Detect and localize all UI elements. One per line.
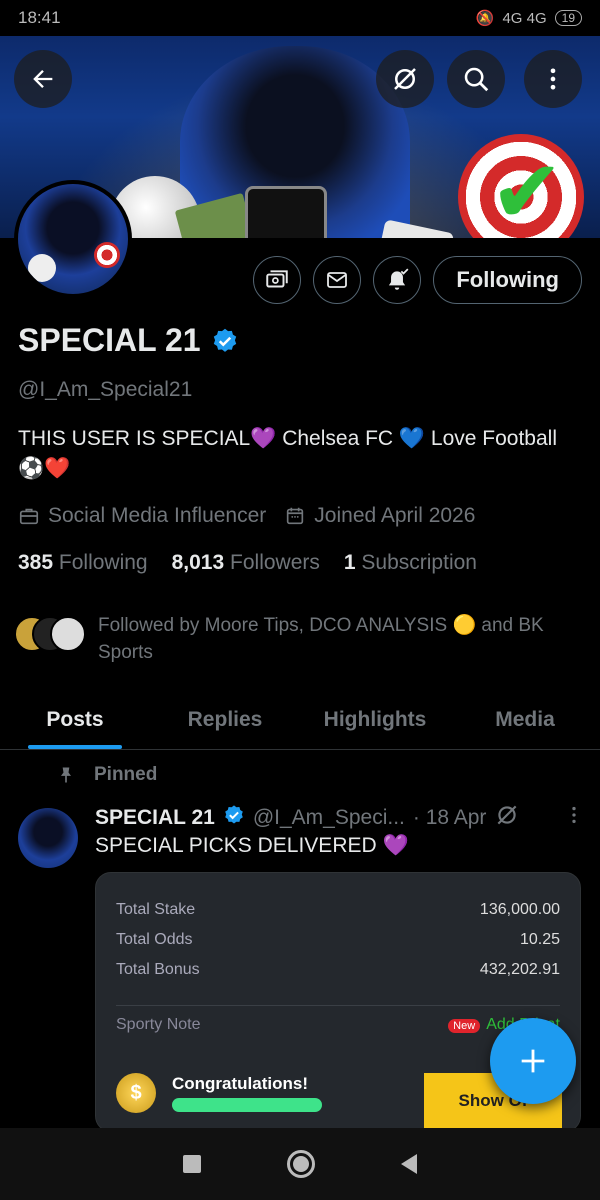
post-date[interactable]: · 18 Apr [413, 806, 487, 830]
followers-stat-label: Followers [230, 551, 320, 574]
banner-phone [245, 186, 327, 238]
money-icon [266, 270, 289, 288]
more-vertical-icon [572, 806, 576, 824]
bio: THIS USER IS SPECIAL💜 Chelsea FC 💙 Love … [18, 427, 557, 480]
search-button[interactable] [447, 50, 505, 108]
ticket-row-label: Total Odds [116, 931, 193, 948]
followed-by[interactable]: Followed by Moore Tips, DCO ANALYSIS 🟡 a… [14, 612, 578, 666]
ticket-row-label: Total Bonus [116, 961, 200, 978]
status-time: 18:41 [18, 8, 61, 27]
congrats-text: Congratulations! [172, 1074, 308, 1093]
grok-icon[interactable] [494, 802, 520, 834]
avatar [50, 616, 86, 652]
system-nav-bar [0, 1128, 600, 1200]
ticket-row-value: 432,202.91 [479, 961, 560, 978]
profile-meta: Social Media Influencer Joined April 202… [18, 504, 475, 528]
bell-check-icon [389, 268, 409, 290]
subscription-stat[interactable]: 1 Subscription [344, 551, 477, 575]
new-badge: New [448, 1019, 481, 1033]
network-indicator: 4G 4G [502, 9, 547, 27]
coin-icon: $ [116, 1073, 156, 1113]
ticket-row: Total Stake 136,000.00 [96, 895, 580, 925]
post-more-button[interactable] [563, 804, 585, 832]
profile-actions: Following [253, 256, 582, 304]
search-icon [464, 67, 489, 92]
recents-button[interactable] [183, 1155, 201, 1173]
ticket-congrats: $ Congratulations! [116, 1073, 322, 1113]
verified-badge-icon[interactable] [211, 327, 239, 355]
profile-stats: 385 Following 8,013 Followers 1 Subscrip… [18, 551, 477, 575]
profile-tabs: Posts Replies Highlights Media [0, 690, 600, 750]
banner-checkmark: ✔ [490, 142, 564, 238]
grok-icon [394, 68, 416, 90]
subscription-count: 1 [343, 551, 356, 574]
status-bar: 18:41 🔕 4G 4G 19 [0, 0, 600, 36]
followers-stat[interactable]: 8,013 Followers [172, 551, 320, 575]
tab-replies[interactable]: Replies [150, 690, 300, 749]
system-back-button[interactable] [401, 1154, 417, 1174]
briefcase-icon [19, 508, 39, 525]
ticket-row-value: 10.25 [519, 931, 560, 948]
grok-button[interactable] [376, 50, 434, 108]
joined-item: Joined April 2026 [284, 504, 475, 528]
followers-count: 8,013 [171, 551, 225, 574]
following-stat[interactable]: 385 Following [18, 551, 148, 575]
category-label: Social Media Influencer [48, 504, 267, 527]
ticket-row: Total Odds 10.25 [96, 925, 580, 955]
mute-icon: 🔕 [475, 10, 495, 27]
subscribe-button[interactable] [253, 256, 302, 304]
post-author-avatar[interactable] [18, 808, 78, 868]
display-name: SPECIAL 21 [18, 322, 201, 358]
pinned-indicator: Pinned [56, 764, 157, 786]
profile-avatar[interactable] [14, 180, 132, 298]
post-text: SPECIAL PICKS DELIVERED 💜 [95, 834, 409, 857]
post-author-name[interactable]: SPECIAL 21 [95, 806, 215, 830]
pinned-label: Pinned [94, 764, 158, 785]
pin-icon [61, 767, 71, 783]
back-button[interactable] [14, 50, 72, 108]
tab-media[interactable]: Media [450, 690, 600, 749]
arrow-left-icon [33, 70, 53, 88]
more-vertical-icon [550, 68, 556, 90]
more-button[interactable] [524, 50, 582, 108]
following-stat-label: Following [58, 551, 148, 574]
home-button[interactable] [287, 1150, 315, 1178]
status-indicators: 🔕 4G 4G 19 [476, 9, 582, 27]
followed-by-avatars [14, 612, 88, 652]
ticket-row-label: Total Stake [116, 901, 196, 918]
tab-highlights[interactable]: Highlights [300, 690, 450, 749]
display-name-row: SPECIAL 21 [18, 322, 239, 359]
plus-icon [521, 1049, 545, 1073]
envelope-icon [327, 272, 348, 288]
followed-by-text: Followed by Moore Tips, DCO ANALYSIS 🟡 a… [98, 615, 544, 663]
joined-label: Joined April 2026 [314, 504, 476, 527]
message-button[interactable] [313, 256, 362, 304]
following-button[interactable]: Following [433, 256, 582, 304]
subscription-stat-label: Subscription [361, 551, 477, 574]
post-header: SPECIAL 21 @I_Am_Speci... · 18 Apr [95, 802, 585, 834]
post-author-handle: @I_Am_Speci... [252, 806, 405, 829]
notifications-button[interactable] [373, 256, 422, 304]
handle: @I_Am_Special21 [18, 378, 193, 401]
ticket-row-value: 136,000.00 [479, 901, 560, 918]
ticket-row: Total Bonus 432,202.91 [96, 955, 580, 985]
tab-posts[interactable]: Posts [0, 690, 150, 749]
following-count: 385 [18, 551, 54, 574]
redaction-scribble [172, 1098, 322, 1112]
calendar-icon [287, 507, 304, 525]
ticket-note-label: Sporty Note [116, 1016, 201, 1033]
verified-badge-icon [223, 804, 245, 832]
compose-button[interactable] [490, 1018, 576, 1104]
category-item: Social Media Influencer [18, 504, 266, 528]
battery-indicator: 19 [554, 10, 582, 26]
